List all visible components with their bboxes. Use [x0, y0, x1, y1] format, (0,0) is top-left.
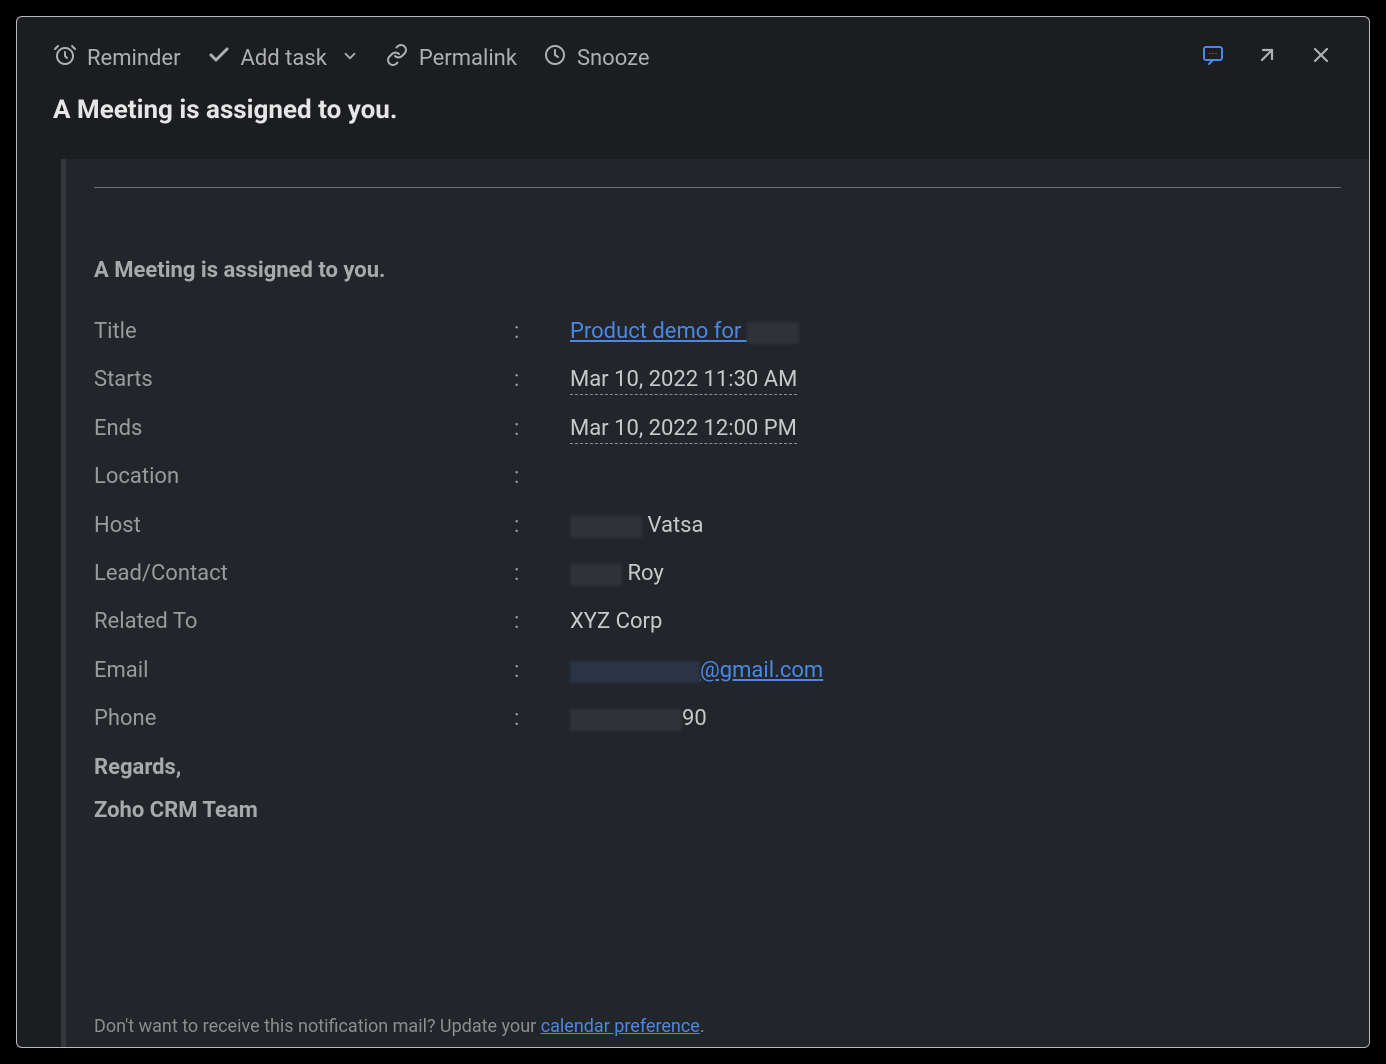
comment-icon [1201, 43, 1225, 73]
value-starts: Mar 10, 2022 11:30 AM [570, 367, 797, 393]
email-inner: A Meeting is assigned to you. Title : Pr… [94, 198, 1341, 823]
body-heading: A Meeting is assigned to you. [94, 258, 1341, 283]
email-body: A Meeting is assigned to you. Title : Pr… [61, 159, 1369, 1047]
redacted [570, 709, 682, 731]
row-email: Email : @gmail.com [94, 658, 1341, 684]
email-preview-window: Reminder Add task [16, 16, 1370, 1048]
open-external-button[interactable] [1255, 43, 1279, 73]
colon: : [514, 513, 570, 539]
label-phone: Phone [94, 706, 514, 732]
add-task-label: Add task [241, 46, 327, 71]
add-task-dropdown[interactable] [341, 46, 359, 71]
value-related-to: XYZ Corp [570, 609, 662, 635]
value-title: Product demo for [570, 319, 799, 345]
signoff: Regards, [94, 755, 1341, 780]
permalink-label: Permalink [419, 46, 517, 71]
toolbar: Reminder Add task [53, 43, 1333, 73]
label-lead-contact: Lead/Contact [94, 561, 514, 587]
label-starts: Starts [94, 367, 514, 393]
row-lead-contact: Lead/Contact : Roy [94, 561, 1341, 587]
details-table: Title : Product demo for Starts : Mar 10… [94, 319, 1341, 733]
redacted [747, 322, 799, 344]
label-related-to: Related To [94, 609, 514, 635]
row-title: Title : Product demo for [94, 319, 1341, 345]
reminder-button[interactable]: Reminder [53, 43, 181, 73]
permalink-button[interactable]: Permalink [385, 43, 517, 73]
toolbar-right [1201, 43, 1333, 73]
row-host: Host : Vatsa [94, 513, 1341, 539]
value-ends: Mar 10, 2022 12:00 PM [570, 416, 797, 442]
close-icon [1309, 43, 1333, 73]
colon: : [514, 561, 570, 587]
row-starts: Starts : Mar 10, 2022 11:30 AM [94, 367, 1341, 393]
email-link[interactable]: @gmail.com [570, 658, 823, 683]
redacted [570, 564, 622, 586]
row-ends: Ends : Mar 10, 2022 12:00 PM [94, 416, 1341, 442]
reminder-label: Reminder [87, 46, 181, 71]
link-icon [385, 43, 409, 73]
footer: Don't want to receive this notification … [94, 988, 1341, 1047]
label-host: Host [94, 513, 514, 539]
label-title: Title [94, 319, 514, 345]
value-host: Vatsa [570, 513, 703, 539]
toolbar-left: Reminder Add task [53, 43, 1175, 73]
arrow-up-right-icon [1255, 43, 1279, 73]
footer-period: . [700, 1016, 705, 1037]
label-location: Location [94, 464, 514, 490]
comment-button[interactable] [1201, 43, 1225, 73]
label-ends: Ends [94, 416, 514, 442]
add-task-group: Add task [207, 43, 359, 73]
colon: : [514, 658, 570, 684]
signoff-team: Zoho CRM Team [94, 798, 1341, 823]
redacted [570, 516, 642, 538]
calendar-preference-link[interactable]: calendar preference [541, 1016, 700, 1037]
label-email: Email [94, 658, 514, 684]
footer-text: Don't want to receive this notification … [94, 1016, 541, 1037]
divider [94, 187, 1341, 188]
row-phone: Phone : 90 [94, 706, 1341, 732]
colon: : [514, 319, 570, 345]
colon: : [514, 706, 570, 732]
colon: : [514, 416, 570, 442]
clock-icon [543, 43, 567, 73]
colon: : [514, 367, 570, 393]
alarm-icon [53, 43, 77, 73]
redacted [570, 661, 700, 683]
meeting-title-link[interactable]: Product demo for [570, 319, 799, 344]
check-icon [207, 43, 231, 73]
row-location: Location : [94, 464, 1341, 490]
value-lead-contact: Roy [570, 561, 664, 587]
row-related-to: Related To : XYZ Corp [94, 609, 1341, 635]
value-email: @gmail.com [570, 658, 823, 684]
snooze-button[interactable]: Snooze [543, 43, 650, 73]
colon: : [514, 464, 570, 490]
colon: : [514, 609, 570, 635]
email-subject: A Meeting is assigned to you. [53, 95, 1333, 125]
close-button[interactable] [1309, 43, 1333, 73]
snooze-label: Snooze [577, 46, 650, 71]
add-task-button[interactable]: Add task [207, 43, 327, 73]
chevron-down-icon [341, 46, 359, 71]
value-phone: 90 [570, 706, 707, 732]
